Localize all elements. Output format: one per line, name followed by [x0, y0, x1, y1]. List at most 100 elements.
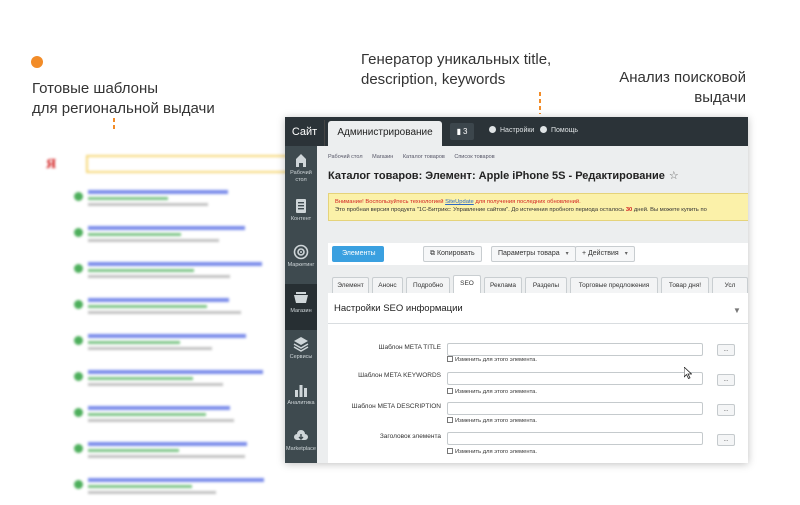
result-snippet-placeholder	[88, 455, 245, 458]
result-title-placeholder	[88, 298, 229, 302]
tab-seo[interactable]: SEO	[453, 275, 481, 294]
result-title-placeholder	[88, 190, 228, 194]
result-url-placeholder	[88, 485, 192, 488]
field-label-meta-keywords: Шаблон META KEYWORDS	[358, 372, 441, 379]
breadcrumb-item[interactable]: Рабочий стол	[328, 154, 363, 160]
element-heading-input[interactable]	[447, 432, 703, 445]
search-result-item	[74, 478, 274, 505]
admin-sidebar: Рабочий стол Контент Маркетинг Магазин С…	[285, 146, 317, 463]
search-result-item	[74, 370, 274, 404]
annotation-connector	[113, 118, 115, 132]
favicon-icon	[74, 300, 83, 309]
settings-button[interactable]: Настройки	[489, 124, 534, 138]
meta-title-more-button[interactable]: ...	[717, 344, 735, 356]
orange-dot-marker	[31, 56, 43, 68]
cloud-download-icon	[294, 430, 308, 440]
tab-sections[interactable]: Разделы	[525, 277, 567, 293]
tab-announce[interactable]: Анонс	[372, 277, 403, 293]
sidebar-item-services[interactable]: Сервисы	[285, 330, 317, 376]
result-url-placeholder	[88, 197, 168, 200]
result-snippet-placeholder	[88, 491, 216, 494]
result-snippet-placeholder	[88, 419, 234, 422]
trial-alert: Внимание! Воспользуйтесь технологией Sit…	[328, 193, 748, 221]
product-params-button[interactable]: Параметры товара ▾	[491, 246, 576, 262]
page-title: Каталог товаров: Элемент: Apple iPhone 5…	[328, 170, 679, 182]
search-result-item	[74, 334, 274, 368]
favicon-icon	[74, 408, 83, 417]
result-snippet-placeholder	[88, 239, 219, 242]
tab-more[interactable]: Усл	[712, 277, 748, 293]
meta-description-more-button[interactable]: ...	[717, 404, 735, 416]
tab-element[interactable]: Элемент	[332, 277, 369, 293]
element-heading-override-checkbox[interactable]: Изменить для этого элемента.	[447, 448, 537, 456]
sidebar-item-marketing[interactable]: Маркетинг	[285, 238, 317, 284]
meta-title-override-checkbox[interactable]: Изменить для этого элемента.	[447, 356, 537, 364]
sidebar-item-marketplace[interactable]: Marketplace	[285, 422, 317, 463]
favicon-icon	[74, 192, 83, 201]
star-icon[interactable]: ☆	[669, 170, 679, 182]
result-url-placeholder	[88, 413, 206, 416]
sidebar-item-content[interactable]: Контент	[285, 192, 317, 238]
question-icon	[540, 126, 547, 133]
meta-description-input[interactable]	[447, 402, 703, 415]
help-button[interactable]: Помощь	[540, 124, 578, 138]
search-result-item	[74, 226, 274, 260]
admin-topbar: Сайт Администрирование ▮ 3 Настройки Помо…	[285, 117, 748, 146]
tab-ads[interactable]: Реклама	[484, 277, 522, 293]
favicon-icon	[74, 228, 83, 237]
search-result-item	[74, 406, 274, 440]
result-url-placeholder	[88, 305, 207, 308]
copy-button[interactable]: ⧉ Копировать	[423, 246, 482, 262]
result-title-placeholder	[88, 370, 263, 374]
meta-title-input[interactable]	[447, 343, 703, 356]
favicon-icon	[74, 444, 83, 453]
result-url-placeholder	[88, 377, 193, 380]
element-toolbar: Элементы ⧉ Копировать Параметры товара ▾ …	[328, 243, 748, 265]
element-heading-more-button[interactable]: ...	[717, 434, 735, 446]
collapse-arrow-icon[interactable]: ▼	[733, 306, 741, 315]
search-results-list	[74, 188, 274, 505]
elements-button[interactable]: Элементы	[332, 246, 384, 262]
meta-keywords-override-checkbox[interactable]: Изменить для этого элемента.	[447, 388, 537, 396]
search-engine-logo: Я	[46, 157, 57, 172]
edit-tabs: Элемент Анонс Подробно SEO Реклама Разде…	[328, 273, 748, 294]
checkbox-icon	[447, 417, 453, 423]
result-title-placeholder	[88, 334, 246, 338]
checkbox-icon	[447, 388, 453, 394]
sidebar-item-desktop[interactable]: Рабочий стол	[285, 146, 317, 192]
meta-keywords-input[interactable]	[447, 372, 703, 385]
result-url-placeholder	[88, 449, 179, 452]
actions-button[interactable]: + Действия ▾	[575, 246, 635, 262]
meta-description-override-checkbox[interactable]: Изменить для этого элемента.	[447, 417, 537, 425]
target-icon	[293, 244, 309, 260]
tab-details[interactable]: Подробно	[406, 277, 450, 293]
search-result-item	[74, 262, 274, 296]
sidebar-item-analytics[interactable]: Аналитика	[285, 376, 317, 422]
layers-icon	[293, 337, 309, 352]
favicon-icon	[74, 264, 83, 273]
tab-administration[interactable]: Администрирование	[328, 121, 442, 146]
breadcrumb-item[interactable]: Каталог товаров	[403, 154, 445, 160]
tab-trade-offers[interactable]: Торговые предложения	[570, 277, 658, 293]
checkbox-icon	[447, 356, 453, 362]
breadcrumb-item[interactable]: Магазин	[372, 154, 393, 160]
bar-chart-icon	[295, 385, 307, 397]
meta-keywords-more-button[interactable]: ...	[717, 374, 735, 386]
notification-icon: ▮	[456, 127, 461, 136]
result-snippet-placeholder	[88, 311, 241, 314]
admin-window: Сайт Администрирование ▮ 3 Настройки Помо…	[285, 117, 748, 463]
notifications-button[interactable]: ▮ 3	[450, 123, 474, 140]
siteupdate-link[interactable]: SiteUpdate	[445, 199, 474, 205]
result-title-placeholder	[88, 262, 262, 266]
tab-product-of-day[interactable]: Товар дня!	[661, 277, 709, 293]
tab-site[interactable]: Сайт	[285, 120, 325, 146]
result-snippet-placeholder	[88, 347, 212, 350]
notifications-count: 3	[462, 127, 468, 136]
admin-content: Рабочий стол Магазин Каталог товаров Спи…	[317, 146, 748, 463]
favicon-icon	[74, 372, 83, 381]
field-label-meta-title: Шаблон META TITLE	[378, 344, 441, 351]
sidebar-item-shop[interactable]: Магазин	[285, 284, 317, 330]
favicon-icon	[74, 336, 83, 345]
search-tabs	[48, 190, 68, 265]
breadcrumb-item[interactable]: Список товаров	[454, 154, 494, 160]
